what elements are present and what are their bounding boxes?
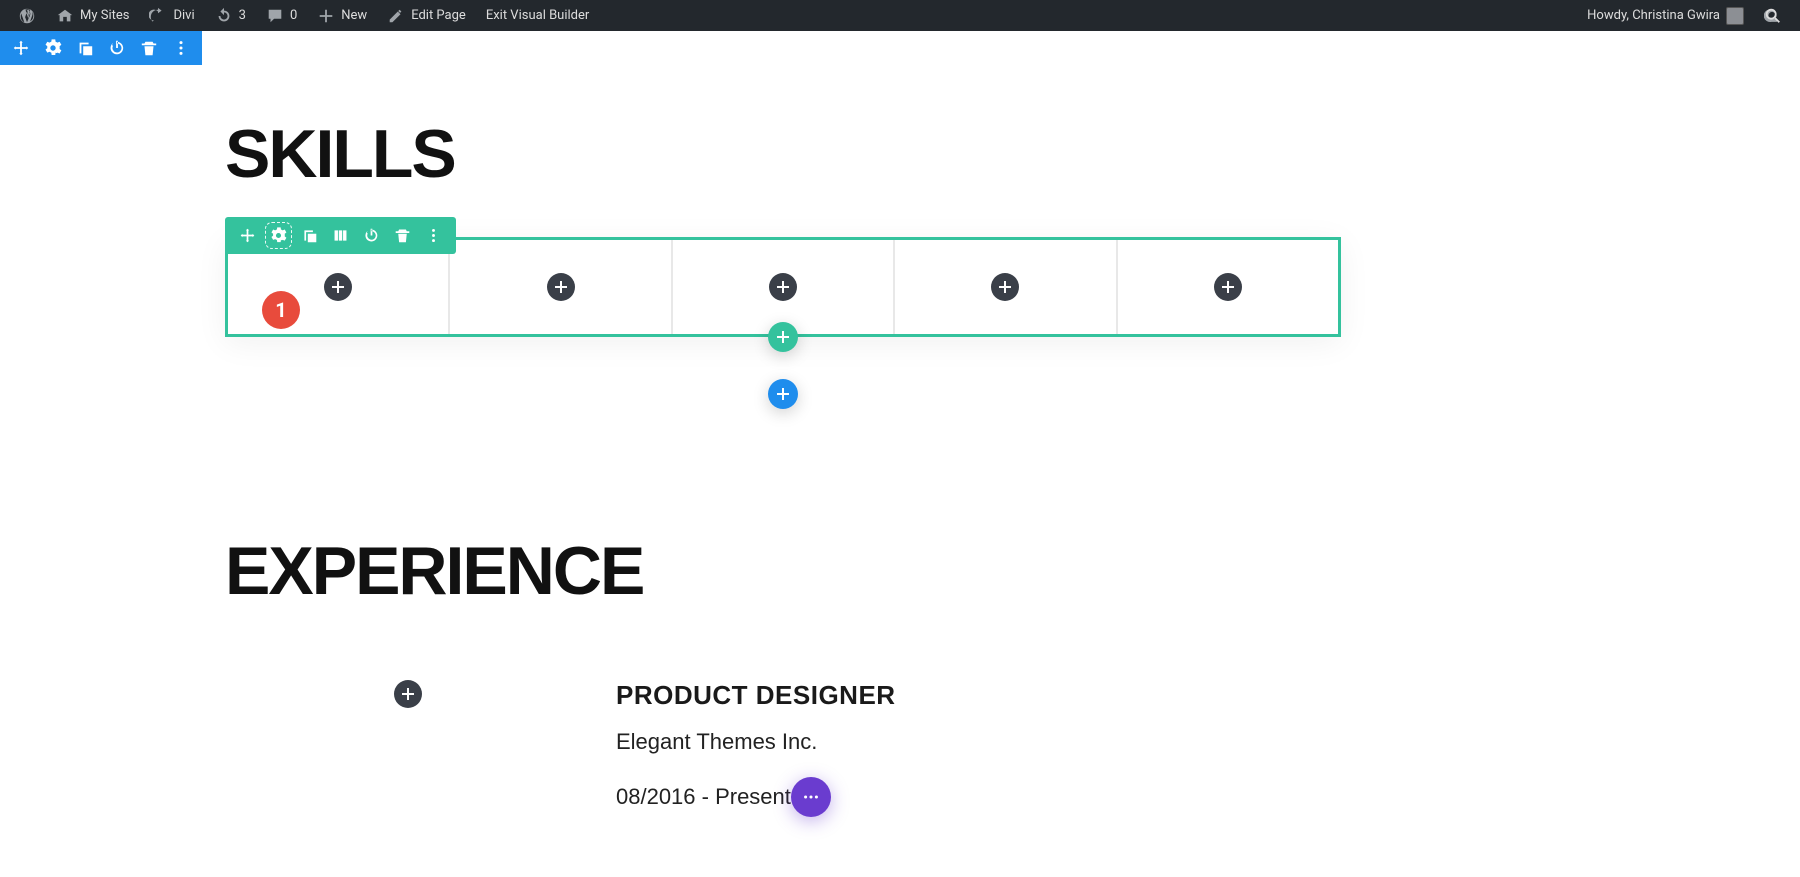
trash-icon: [140, 39, 158, 57]
row-columns-button[interactable]: [332, 227, 349, 244]
add-module-button[interactable]: [769, 273, 797, 301]
experience-column-left[interactable]: [225, 680, 590, 817]
search-icon: [1764, 7, 1782, 25]
add-row-button[interactable]: [768, 322, 798, 352]
move-icon: [239, 227, 256, 244]
section-save-button[interactable]: [108, 39, 126, 57]
skills-heading: SKILLS: [225, 115, 1800, 193]
wp-logo[interactable]: [8, 0, 46, 31]
new-label: New: [341, 8, 367, 23]
section-move-button[interactable]: [12, 39, 30, 57]
search-toggle[interactable]: [1754, 0, 1792, 31]
avatar: [1726, 7, 1744, 25]
experience-heading: EXPERIENCE: [225, 532, 1800, 610]
plus-icon: [332, 281, 344, 293]
wordpress-icon: [18, 7, 36, 25]
dots-horizontal-icon: [802, 788, 820, 806]
column-2[interactable]: [450, 240, 672, 334]
add-module-button[interactable]: [991, 273, 1019, 301]
row-delete-button[interactable]: [394, 227, 411, 244]
company-name: Elegant Themes Inc.: [616, 729, 1341, 755]
move-icon: [12, 39, 30, 57]
page-canvas: SKILLS 1 EXPERIENCE PRODUCT DESIGN: [0, 115, 1800, 877]
comments-count: 0: [290, 8, 297, 23]
updates-count: 3: [239, 8, 246, 23]
experience-column-right[interactable]: PRODUCT DESIGNER Elegant Themes Inc. 08/…: [590, 680, 1341, 817]
plus-icon: [777, 281, 789, 293]
columns-icon: [332, 227, 349, 244]
row-settings-button[interactable]: [270, 227, 287, 244]
howdy-account[interactable]: Howdy, Christina Gwira: [1577, 0, 1754, 31]
section-toolbar: [0, 31, 202, 65]
plus-icon: [1222, 281, 1234, 293]
add-module-button[interactable]: [394, 680, 422, 708]
dots-vertical-icon: [172, 39, 190, 57]
add-module-button[interactable]: [547, 273, 575, 301]
add-module-button[interactable]: [1214, 273, 1242, 301]
add-section-button[interactable]: [768, 379, 798, 409]
duplicate-icon: [76, 39, 94, 57]
section-delete-button[interactable]: [140, 39, 158, 57]
module-more-button[interactable]: [791, 777, 831, 817]
power-icon: [363, 227, 380, 244]
employment-dates: 08/2016 - Present: [616, 784, 791, 810]
edit-page-label: Edit Page: [411, 8, 466, 23]
site-name-link[interactable]: Divi: [139, 0, 204, 31]
gear-icon: [270, 227, 287, 244]
add-module-button[interactable]: [324, 273, 352, 301]
howdy-label: Howdy, Christina Gwira: [1587, 8, 1720, 23]
power-icon: [108, 39, 126, 57]
column-5[interactable]: [1118, 240, 1338, 334]
row-save-button[interactable]: [363, 227, 380, 244]
site-name-label: Divi: [173, 8, 194, 23]
section-settings-button[interactable]: [44, 39, 62, 57]
exit-vb-label: Exit Visual Builder: [486, 8, 589, 23]
column-3[interactable]: [673, 240, 895, 334]
plus-icon: [555, 281, 567, 293]
updates-link[interactable]: 3: [205, 0, 256, 31]
comments-link[interactable]: 0: [256, 0, 307, 31]
gauge-icon: [149, 7, 167, 25]
my-sites-label: My Sites: [80, 8, 129, 23]
row-duplicate-button[interactable]: [301, 227, 318, 244]
row-more-button[interactable]: [425, 227, 442, 244]
duplicate-icon: [301, 227, 318, 244]
home-icon: [56, 7, 74, 25]
plus-icon: [777, 388, 789, 400]
section-duplicate-button[interactable]: [76, 39, 94, 57]
my-sites-link[interactable]: My Sites: [46, 0, 139, 31]
new-content-link[interactable]: New: [307, 0, 377, 31]
exit-visual-builder-link[interactable]: Exit Visual Builder: [476, 0, 599, 31]
dots-vertical-icon: [425, 227, 442, 244]
row-toolbar: [225, 217, 456, 254]
column-1[interactable]: [228, 240, 450, 334]
row-move-button[interactable]: [239, 227, 256, 244]
comment-icon: [266, 7, 284, 25]
plus-icon: [317, 7, 335, 25]
section-more-button[interactable]: [172, 39, 190, 57]
column-4[interactable]: [895, 240, 1117, 334]
experience-row: PRODUCT DESIGNER Elegant Themes Inc. 08/…: [225, 680, 1341, 817]
gear-icon: [44, 39, 62, 57]
plus-icon: [402, 688, 414, 700]
plus-icon: [999, 281, 1011, 293]
annotation-badge-1: 1: [262, 291, 300, 329]
wp-admin-bar: My Sites Divi 3 0 New Edit Page Exit Vis…: [0, 0, 1800, 31]
job-title: PRODUCT DESIGNER: [616, 680, 1341, 711]
trash-icon: [394, 227, 411, 244]
pencil-icon: [387, 7, 405, 25]
plus-icon: [777, 331, 789, 343]
edit-page-link[interactable]: Edit Page: [377, 0, 476, 31]
refresh-icon: [215, 7, 233, 25]
